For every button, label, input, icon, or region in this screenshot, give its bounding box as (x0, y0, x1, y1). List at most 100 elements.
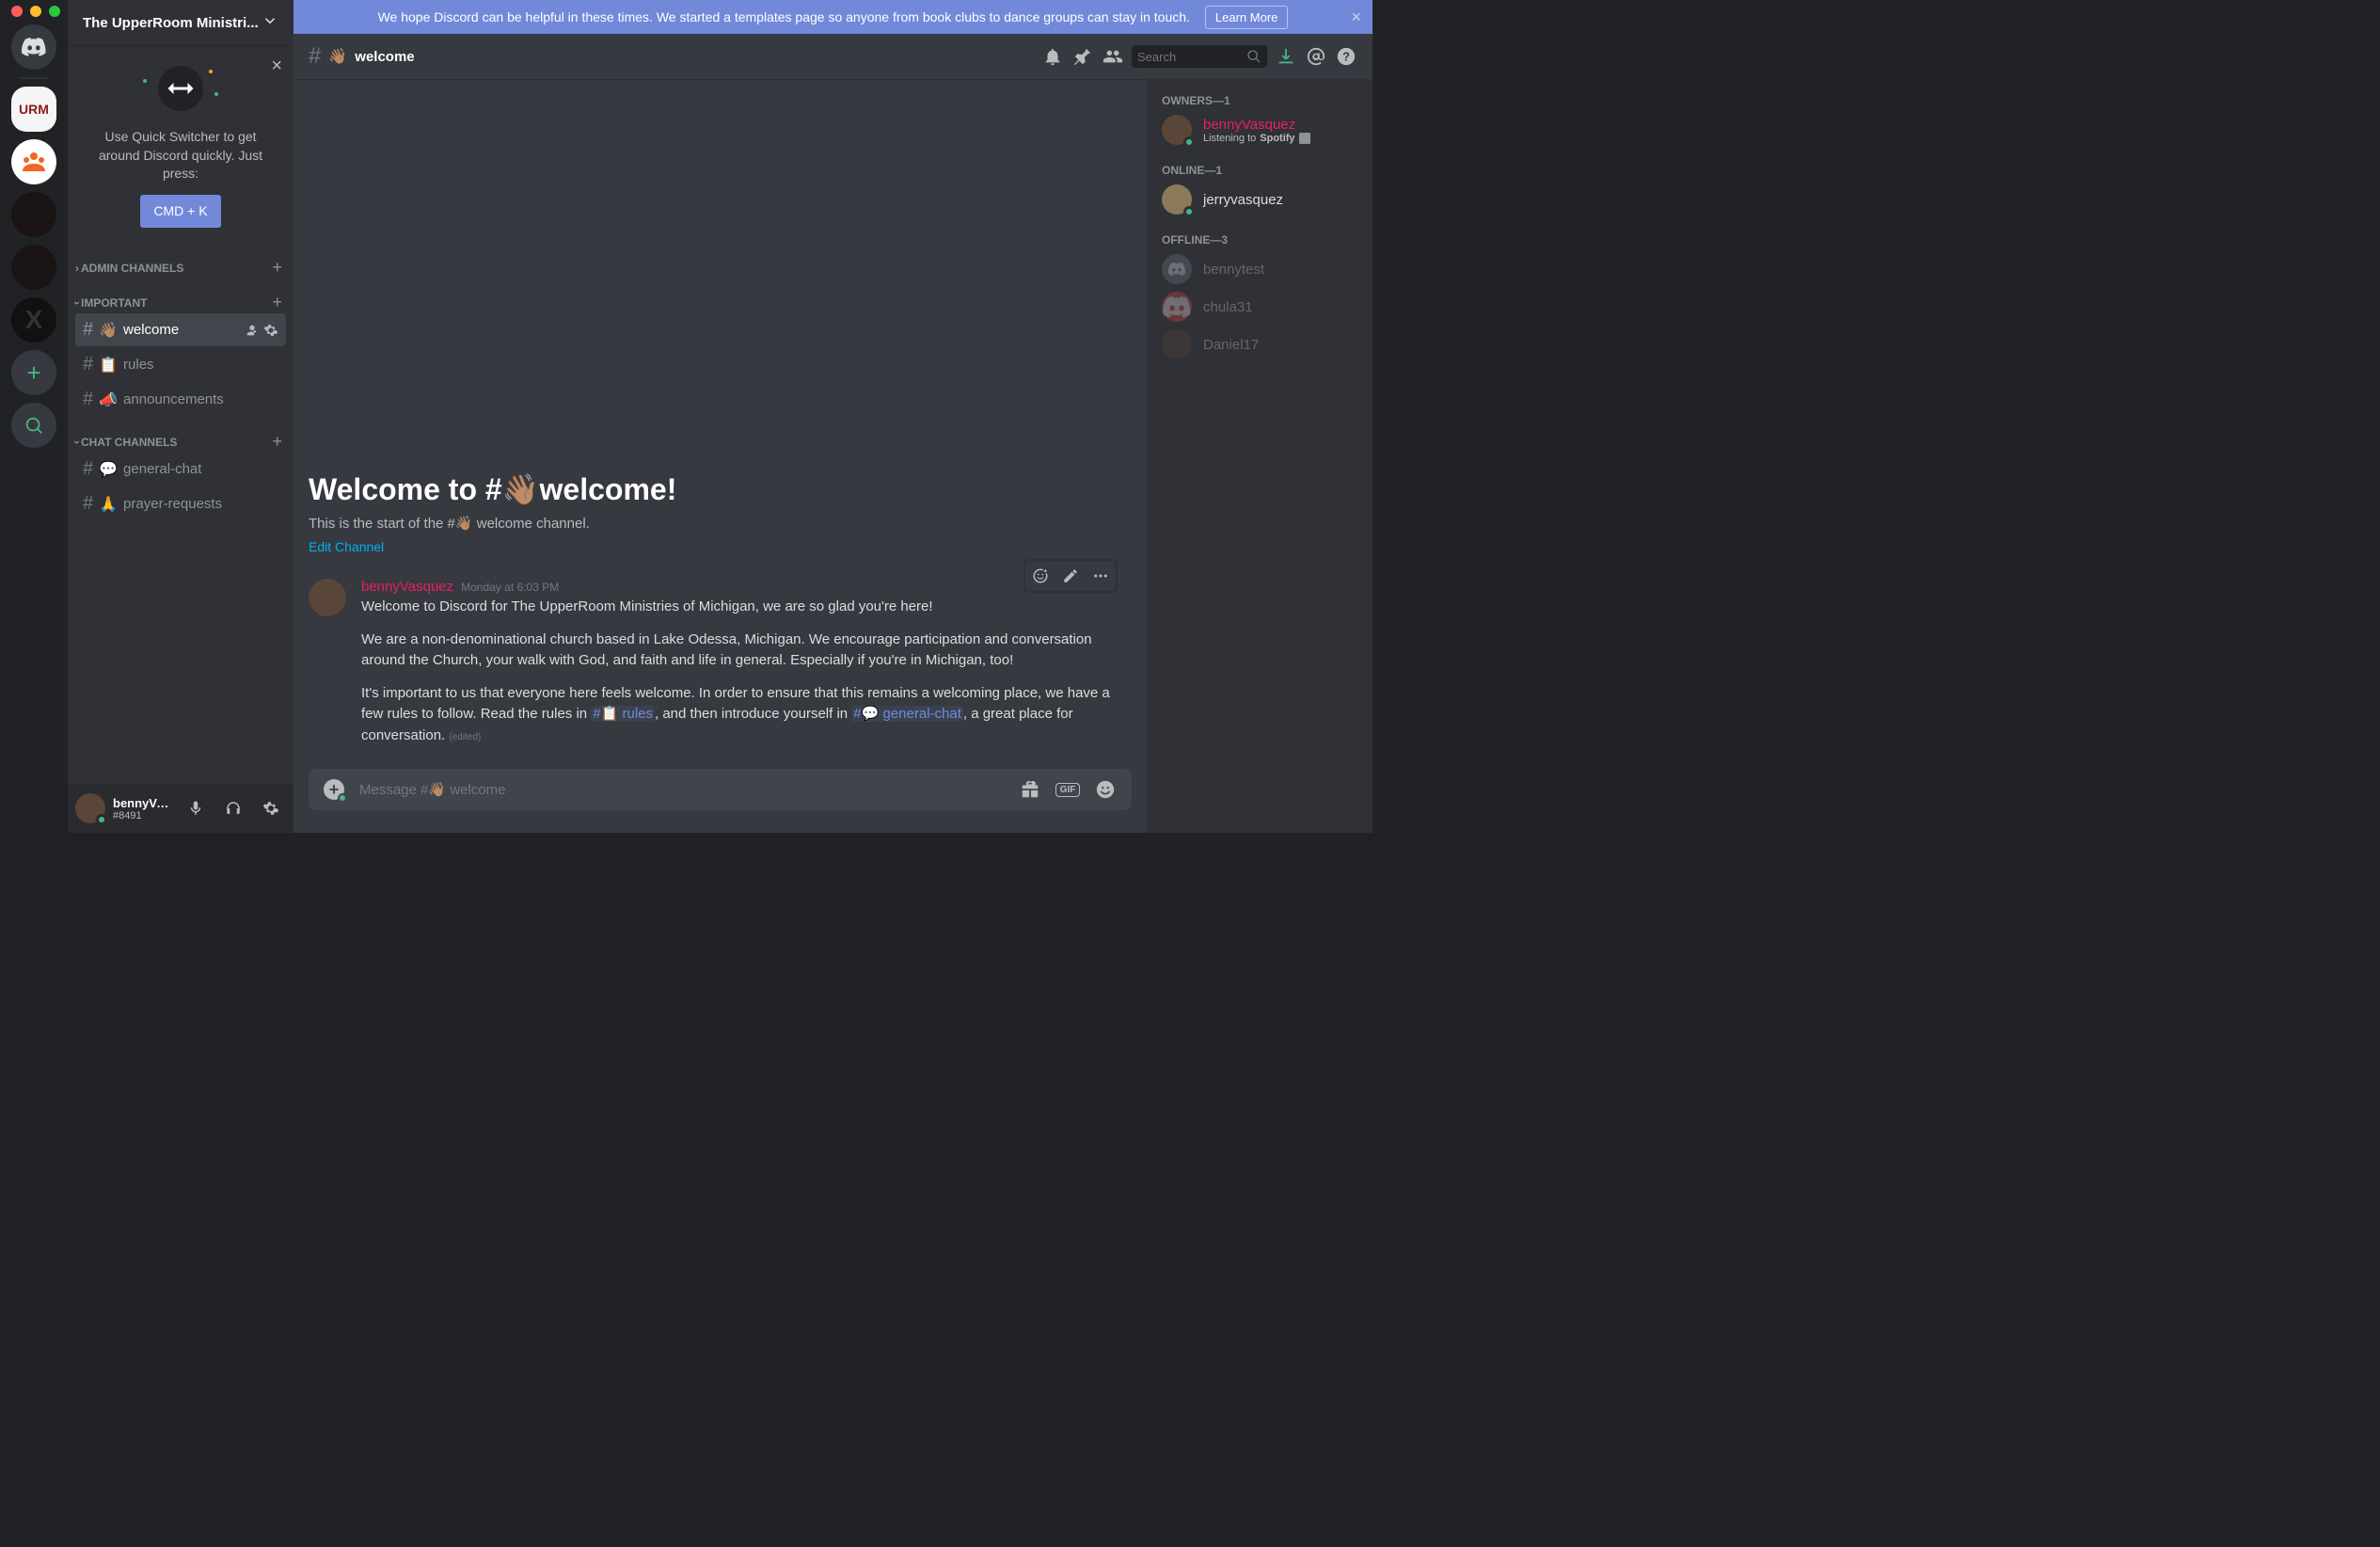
mic-icon (187, 800, 204, 817)
learn-more-button[interactable]: Learn More (1205, 6, 1288, 29)
member-jerryvasquez[interactable]: jerryvasquez (1154, 181, 1365, 218)
pencil-icon (1062, 567, 1079, 584)
message-input[interactable] (359, 782, 1004, 798)
channel-name: general-chat (123, 461, 278, 477)
rich-presence-icon (1299, 133, 1310, 144)
quick-switcher-text: Use Quick Switcher to get around Discord… (83, 128, 278, 183)
add-channel-button[interactable]: + (272, 293, 286, 312)
category-chat-channels[interactable]: › CHAT CHANNELS + (68, 417, 294, 452)
channel-prayer-requests[interactable]: # 🙏 prayer-requests (75, 487, 286, 520)
channel-announcements[interactable]: # 📣 announcements (75, 383, 286, 416)
plus-icon: + (26, 359, 40, 388)
close-icon[interactable]: × (1351, 8, 1361, 27)
channel-emoji: 👋🏽 (328, 47, 347, 66)
discord-logo-icon (21, 34, 47, 60)
channel-topbar: # 👋🏽 welcome ? (294, 34, 1372, 79)
add-channel-button[interactable]: + (272, 432, 286, 452)
search-input[interactable] (1137, 50, 1246, 64)
user-info[interactable]: bennyVasq... #8491 (113, 796, 173, 821)
invite-icon[interactable] (245, 323, 260, 338)
edit-message-button[interactable] (1055, 561, 1086, 591)
server-item-4[interactable] (11, 245, 56, 290)
server-item-3[interactable] (11, 192, 56, 237)
channel-welcome[interactable]: # 👋🏽 welcome (75, 313, 286, 346)
category-important[interactable]: › IMPORTANT + (68, 278, 294, 312)
quick-switcher-art (143, 60, 218, 117)
help-button[interactable]: ? (1335, 45, 1357, 68)
minimize-window-button[interactable] (30, 6, 41, 17)
gif-button[interactable]: GIF (1056, 778, 1079, 801)
channel-mention[interactable]: #💬 general-chat (851, 706, 963, 722)
edit-channel-link[interactable]: Edit Channel (309, 539, 384, 554)
add-reaction-button[interactable] (1025, 561, 1055, 591)
status-online-icon (1183, 206, 1195, 217)
discord-logo-icon (1167, 260, 1186, 279)
maximize-window-button[interactable] (49, 6, 60, 17)
more-button[interactable] (1086, 561, 1116, 591)
mentions-button[interactable] (1305, 45, 1327, 68)
add-channel-button[interactable]: + (272, 258, 286, 278)
member-bennytest[interactable]: bennytest (1154, 250, 1365, 288)
user-avatar[interactable] (75, 793, 105, 823)
gift-icon (1020, 779, 1040, 800)
deafen-button[interactable] (218, 793, 248, 823)
notifications-button[interactable] (1041, 45, 1064, 68)
message: bennyVasquez Monday at 6:03 PM Welcome t… (309, 571, 1132, 754)
gear-icon[interactable] (263, 323, 278, 338)
download-button[interactable] (1275, 45, 1297, 68)
member-name: bennytest (1203, 262, 1357, 278)
member-name: Daniel17 (1203, 337, 1357, 353)
hash-icon: # (83, 319, 93, 341)
user-settings-button[interactable] (256, 793, 286, 823)
server-cp[interactable] (11, 139, 56, 184)
banner-text: We hope Discord can be helpful in these … (378, 9, 1190, 24)
status-online-icon (96, 814, 107, 825)
server-urm[interactable]: URM (11, 87, 56, 132)
hash-icon: # (83, 354, 93, 375)
hash-icon: # (309, 43, 321, 70)
attach-button[interactable]: + (324, 779, 344, 800)
bell-icon (1042, 46, 1063, 67)
server-item-5[interactable]: X (11, 297, 56, 343)
server-rail: URM X + (0, 0, 68, 833)
chevron-down-icon: › (71, 301, 84, 305)
member-avatar (1162, 292, 1192, 322)
gift-button[interactable] (1019, 778, 1041, 801)
message-content: Welcome to Discord for The UpperRoom Min… (361, 597, 1132, 746)
member-chula31[interactable]: chula31 (1154, 288, 1365, 326)
explore-servers-button[interactable] (11, 403, 56, 448)
channel-general-chat[interactable]: # 💬 general-chat (75, 453, 286, 486)
channel-emoji: 📋 (99, 356, 118, 375)
channel-rules[interactable]: # 📋 rules (75, 348, 286, 381)
channel-emoji: 👋🏽 (99, 321, 118, 340)
category-admin-channels[interactable]: › ADMIN CHANNELS + (68, 243, 294, 278)
members-toggle-button[interactable] (1102, 45, 1124, 68)
member-group-title: ONLINE—1 (1154, 149, 1365, 181)
channel-title: welcome (355, 49, 414, 65)
quick-switcher-button[interactable]: CMD + K (140, 195, 220, 229)
channel-name: welcome (123, 322, 239, 338)
close-icon[interactable]: × (271, 53, 282, 79)
home-button[interactable] (11, 24, 56, 70)
mute-button[interactable] (181, 793, 211, 823)
pinned-button[interactable] (1071, 45, 1094, 68)
emoji-button[interactable] (1094, 778, 1117, 801)
server-header[interactable]: The UpperRoom Ministri... (68, 0, 294, 45)
close-window-button[interactable] (11, 6, 23, 17)
message-avatar[interactable] (309, 579, 346, 616)
edited-label: (edited) (449, 732, 481, 742)
server-label: URM (19, 102, 49, 117)
search-box[interactable] (1132, 45, 1267, 68)
category-label: ADMIN CHANNELS (81, 262, 183, 275)
member-bennyvasquez[interactable]: bennyVasquez Listening to Spotify (1154, 111, 1365, 149)
username: bennyVasq... (113, 796, 173, 810)
member-group-title: OFFLINE—3 (1154, 218, 1365, 250)
add-server-button[interactable]: + (11, 350, 56, 395)
members-sidebar: OWNERS—1 bennyVasquez Listening to Spoti… (1147, 79, 1372, 833)
server-label: X (25, 305, 43, 335)
search-icon (1246, 49, 1261, 64)
channel-mention[interactable]: #📋 rules (591, 706, 655, 722)
message-author[interactable]: bennyVasquez (361, 579, 453, 595)
emoji-plus-icon (1032, 567, 1049, 584)
member-daniel17[interactable]: Daniel17 (1154, 326, 1365, 363)
